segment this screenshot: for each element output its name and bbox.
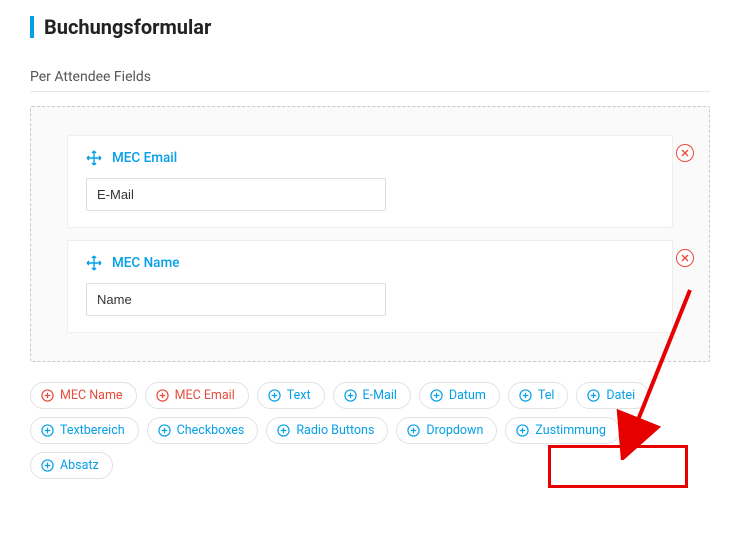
field-input-name[interactable]	[86, 283, 386, 316]
title-accent-bar	[30, 16, 34, 38]
section-label: Per Attendee Fields	[30, 69, 710, 92]
chip-checkboxes[interactable]: Checkboxes	[147, 417, 259, 444]
chip-label: Dropdown	[426, 423, 483, 438]
chip-label: MEC Email	[175, 388, 235, 403]
chip-zustimmung[interactable]: Zustimmung	[505, 417, 620, 444]
plus-circle-icon	[156, 389, 169, 402]
chip-label: Datei	[606, 388, 635, 403]
plus-circle-icon	[41, 389, 54, 402]
chip-label: Tel	[538, 388, 555, 403]
field-input-email[interactable]	[86, 178, 386, 211]
chip-absatz[interactable]: Absatz	[30, 452, 113, 479]
move-icon	[86, 255, 102, 271]
chip-radio-buttons[interactable]: Radio Buttons	[266, 417, 388, 444]
plus-circle-icon	[430, 389, 443, 402]
field-header-label: MEC Name	[112, 255, 179, 271]
remove-button[interactable]	[676, 144, 694, 162]
field-card-mec-email: MEC Email	[67, 135, 673, 228]
chip-mec-name[interactable]: MEC Name	[30, 382, 137, 409]
chip-textbereich[interactable]: Textbereich	[30, 417, 139, 444]
chip-label: Checkboxes	[177, 423, 245, 438]
page-title: Buchungsformular	[44, 15, 211, 39]
plus-circle-icon	[268, 389, 281, 402]
chip-label: E-Mail	[363, 388, 397, 403]
chip-label: Absatz	[60, 458, 99, 473]
field-drag-handle[interactable]: MEC Name	[86, 255, 654, 271]
field-drag-handle[interactable]: MEC Email	[86, 150, 654, 166]
move-icon	[86, 150, 102, 166]
page-title-row: Buchungsformular	[30, 15, 710, 39]
chip-dropdown[interactable]: Dropdown	[396, 417, 497, 444]
chip-mec-email[interactable]: MEC Email	[145, 382, 249, 409]
chip-label: Zustimmung	[535, 423, 606, 438]
chip-text[interactable]: Text	[257, 382, 325, 409]
plus-circle-icon	[407, 424, 420, 437]
field-type-chips: MEC Name MEC Email Text E-Mail Datum Tel Datei…	[30, 382, 710, 479]
chip-label: MEC Name	[60, 388, 123, 403]
chip-datum[interactable]: Datum	[419, 382, 500, 409]
fields-container: MEC Email MEC Name	[30, 106, 710, 362]
plus-circle-icon	[516, 424, 529, 437]
plus-circle-icon	[519, 389, 532, 402]
plus-circle-icon	[41, 424, 54, 437]
plus-circle-icon	[158, 424, 171, 437]
field-header-label: MEC Email	[112, 150, 177, 166]
chip-e-mail[interactable]: E-Mail	[333, 382, 411, 409]
plus-circle-icon	[344, 389, 357, 402]
plus-circle-icon	[41, 459, 54, 472]
chip-label: Textbereich	[60, 423, 125, 438]
chip-tel[interactable]: Tel	[508, 382, 569, 409]
chip-label: Radio Buttons	[296, 423, 374, 438]
plus-circle-icon	[277, 424, 290, 437]
close-icon	[681, 149, 689, 157]
chip-datei[interactable]: Datei	[576, 382, 649, 409]
field-card-mec-name: MEC Name	[67, 240, 673, 333]
chip-label: Datum	[449, 388, 486, 403]
chip-label: Text	[287, 388, 311, 403]
remove-button[interactable]	[676, 249, 694, 267]
plus-circle-icon	[587, 389, 600, 402]
close-icon	[681, 254, 689, 262]
